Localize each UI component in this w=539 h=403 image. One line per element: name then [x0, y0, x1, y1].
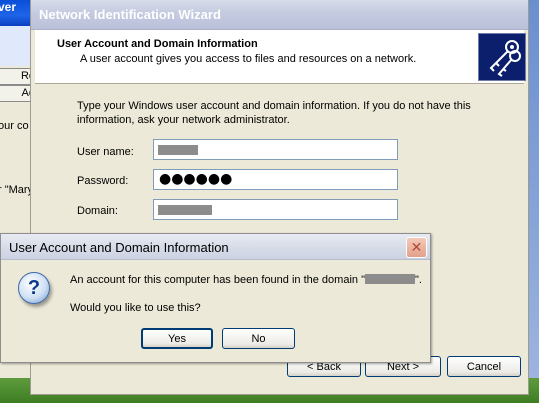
password-field[interactable]: ●●●●●● [153, 169, 398, 190]
dialog-titlebar[interactable]: User Account and Domain Information ✕ [1, 234, 430, 260]
wizard-titlebar[interactable]: Network Identification Wizard [31, 0, 528, 30]
wizard-intro-text: Type your Windows user account and domai… [77, 100, 471, 126]
cancel-button[interactable]: Cancel [447, 356, 521, 377]
wizard-header-title: User Account and Domain Information [57, 38, 258, 50]
username-field[interactable] [153, 139, 398, 160]
domain-field[interactable] [153, 199, 398, 220]
no-button[interactable]: No [222, 328, 295, 349]
keys-icon [478, 33, 526, 81]
domain-label: Domain: [77, 205, 118, 217]
wizard-header-subtitle: A user account gives you access to files… [80, 53, 417, 65]
dialog-message-line-2: Would you like to use this? [70, 302, 201, 314]
password-label: Password: [77, 175, 129, 187]
wizard-header: User Account and Domain Information A us… [35, 30, 526, 84]
dialog-message-suffix: ". [414, 274, 422, 286]
question-icon: ? [18, 272, 50, 304]
close-icon[interactable]: ✕ [406, 237, 427, 258]
domain-redacted [158, 205, 212, 215]
domain-name-redacted [364, 274, 415, 284]
account-found-dialog: User Account and Domain Information ✕ ? … [0, 233, 431, 363]
password-value: ●●●●●● [159, 171, 233, 187]
username-label: User name: [77, 146, 134, 158]
dialog-message-line-1: An account for this computer has been fo… [70, 274, 422, 286]
wizard-title: Network Identification Wizard [39, 7, 221, 22]
dialog-message-prefix: An account for this computer has been fo… [70, 274, 365, 286]
dialog-title: User Account and Domain Information [9, 240, 229, 255]
username-redacted [158, 145, 198, 155]
yes-button[interactable]: Yes [141, 328, 213, 349]
